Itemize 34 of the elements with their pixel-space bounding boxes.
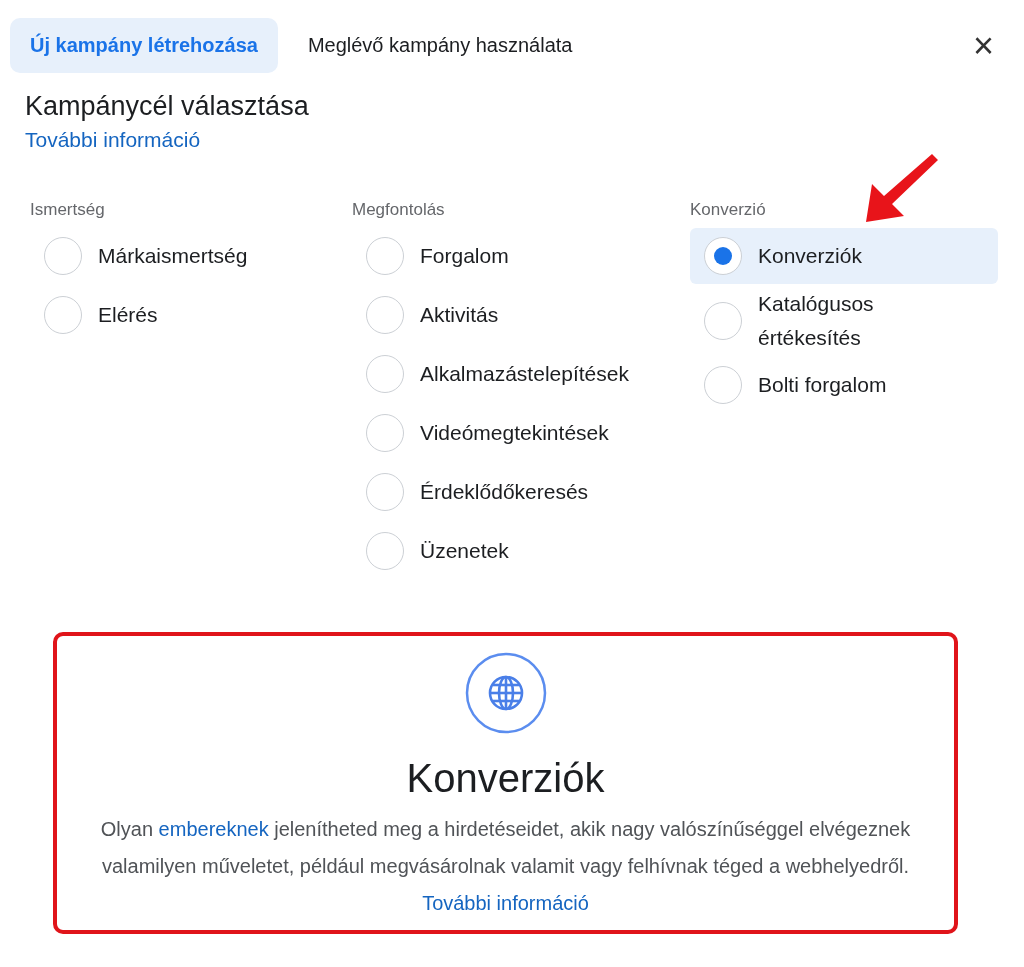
objective-title: Konverziók — [405, 756, 606, 801]
option-label[interactable]: Bolti forgalom — [758, 368, 887, 402]
radio-button[interactable] — [366, 237, 404, 275]
option-label[interactable]: Elérés — [98, 298, 158, 332]
radio-button[interactable] — [366, 473, 404, 511]
option-label[interactable]: Márkaismertség — [98, 239, 248, 273]
tab[interactable]: Meglévő kampány használata — [287, 18, 593, 73]
radio-button[interactable] — [366, 296, 404, 334]
objective-description: Olyan embereknek jelenítheted meg a hirdetéseidet, akik nagy valószínűséggel elvégeznek valamilyen műveletet, például megvásárolnak valamit vagy felhívnak téged a webhelyedről. További információ — [99, 817, 912, 916]
tab[interactable]: Új kampány létrehozása — [10, 18, 278, 73]
option-label[interactable]: Alkalmazástelepítések — [420, 357, 629, 391]
dialog-heading: Kampánycél választása — [25, 91, 310, 122]
radio-button[interactable] — [366, 355, 404, 393]
option-label[interactable]: Videómegtekintések — [420, 416, 609, 450]
learn-more-link[interactable]: További információ — [25, 128, 201, 151]
category-label: Megfontolás — [352, 200, 446, 220]
option-label[interactable]: Aktivitás — [420, 298, 499, 332]
radio-button[interactable] — [44, 237, 82, 275]
radio-button[interactable] — [366, 532, 404, 570]
close-button[interactable]: × — [968, 27, 998, 64]
category-label: Konverzió — [690, 200, 767, 220]
category-label: Ismertség — [30, 200, 106, 220]
radio-button[interactable] — [704, 237, 742, 275]
link[interactable]: További információ — [422, 892, 589, 914]
option-label[interactable]: Katalógusos értékesítés — [758, 287, 908, 355]
radio-button[interactable] — [44, 296, 82, 334]
radio-button[interactable] — [366, 414, 404, 452]
option-label[interactable]: Érdeklődőkeresés — [420, 475, 589, 509]
radio-button[interactable] — [704, 301, 742, 340]
globe-icon — [464, 652, 547, 734]
radio-button[interactable] — [704, 366, 742, 405]
option-label[interactable]: Forgalom — [420, 239, 509, 273]
link[interactable]: embereknek — [158, 818, 269, 840]
option-label[interactable]: Üzenetek — [420, 534, 509, 568]
